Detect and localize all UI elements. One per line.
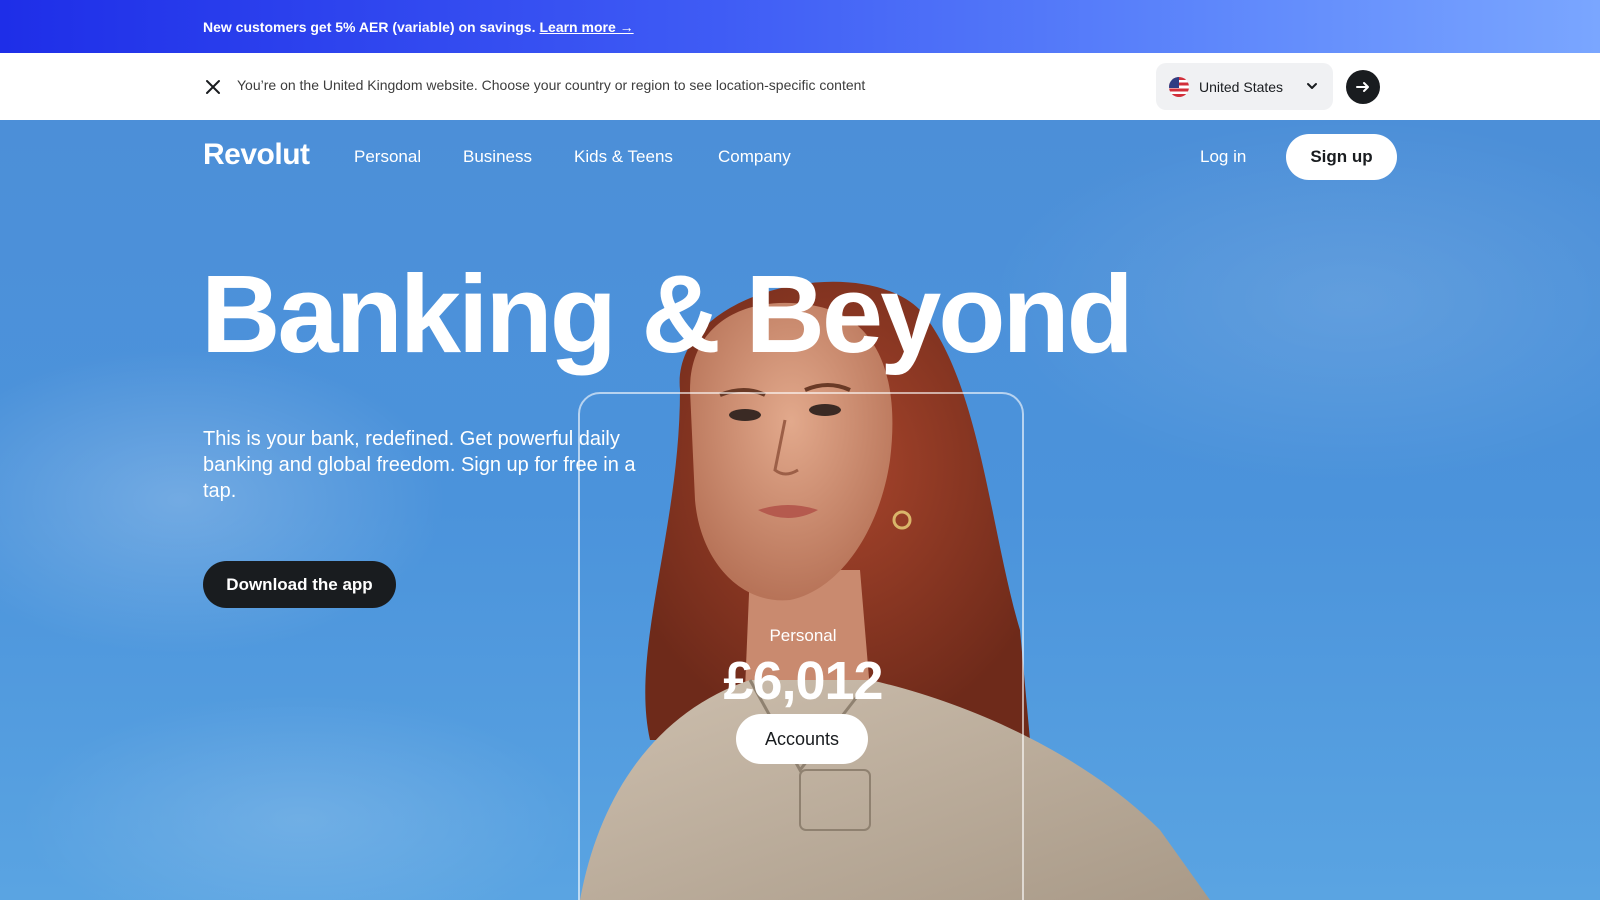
card-amount: £6,012 — [723, 651, 883, 711]
signup-button[interactable]: Sign up — [1286, 134, 1397, 180]
hero-headline: Banking & Beyond — [201, 253, 1134, 376]
country-select[interactable]: United States — [1156, 63, 1333, 110]
nav-kids-teens[interactable]: Kids & Teens — [574, 147, 673, 167]
nav-company[interactable]: Company — [718, 147, 791, 167]
region-bar: You’re on the United Kingdom website. Ch… — [0, 53, 1600, 120]
accounts-button[interactable]: Accounts — [736, 714, 868, 764]
region-go-button[interactable] — [1346, 70, 1380, 104]
arrow-right-icon — [1356, 82, 1369, 92]
close-icon[interactable] — [203, 77, 223, 97]
hero-section: Revolut Personal Business Kids & Teens C… — [0, 120, 1600, 900]
chevron-down-icon — [1307, 83, 1317, 89]
us-flag-icon — [1169, 76, 1189, 97]
main-nav: Revolut Personal Business Kids & Teens C… — [0, 120, 1600, 194]
login-link[interactable]: Log in — [1200, 147, 1246, 167]
card-label: Personal — [769, 626, 837, 645]
promo-text: New customers get 5% AER (variable) on s… — [203, 18, 536, 35]
region-message: You’re on the United Kingdom website. Ch… — [237, 77, 866, 93]
selected-country: United States — [1199, 78, 1284, 95]
learn-more-link[interactable]: Learn more → — [539, 19, 633, 35]
nav-personal[interactable]: Personal — [354, 147, 421, 167]
account-card: Personal £6,012 Accounts — [578, 392, 1024, 900]
download-app-button[interactable]: Download the app — [203, 561, 396, 608]
revolut-logo[interactable]: Revolut — [203, 138, 310, 172]
nav-business[interactable]: Business — [463, 147, 532, 167]
promo-banner: New customers get 5% AER (variable) on s… — [0, 0, 1600, 53]
